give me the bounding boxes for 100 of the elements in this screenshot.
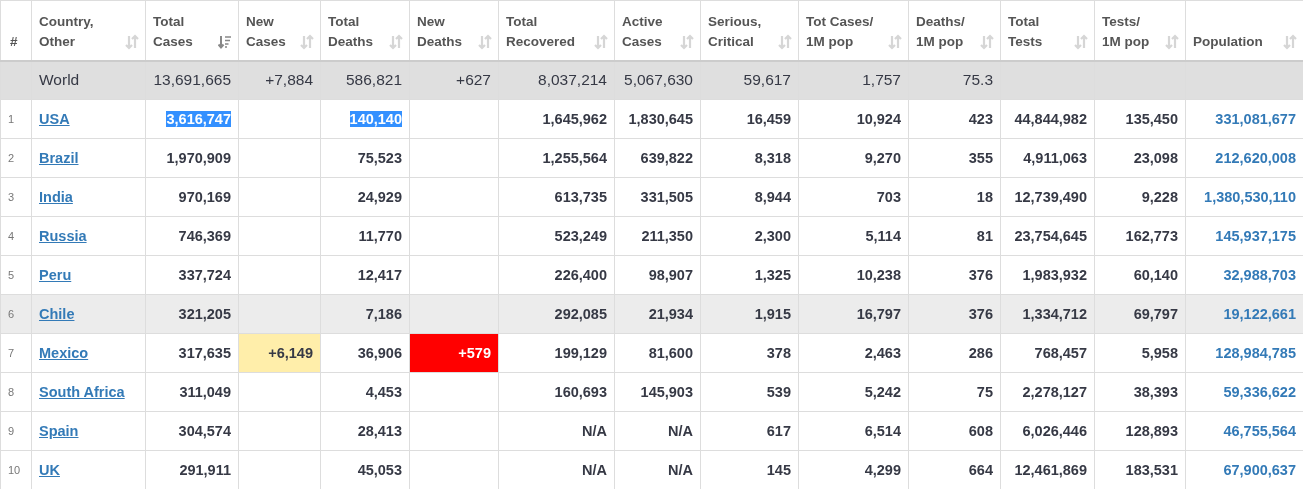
- sort-icon[interactable]: [300, 33, 314, 50]
- column-header[interactable]: Total Recovered: [498, 0, 615, 61]
- country-link[interactable]: UK: [39, 462, 60, 478]
- table-cell: 2,463: [798, 333, 909, 373]
- table-cell: 81: [908, 216, 1001, 256]
- table-cell: 376: [908, 294, 1001, 334]
- row-number: 1: [8, 113, 15, 125]
- header-label: Total Recovered: [506, 12, 576, 51]
- table-cell: 304,574: [145, 411, 239, 451]
- table-cell: 286: [908, 333, 1001, 373]
- column-header[interactable]: Tot Cases/ 1M pop: [798, 0, 909, 61]
- row-number: 2: [0, 138, 32, 178]
- header-label: Population: [1193, 32, 1263, 51]
- table-cell: 1,325: [700, 255, 799, 295]
- sort-icon[interactable]: [125, 33, 139, 50]
- table-cell: 608: [908, 411, 1001, 451]
- table-cell: 8,944: [700, 177, 799, 217]
- country-link[interactable]: Peru: [39, 267, 72, 283]
- table-cell: 44,844,982: [1014, 111, 1087, 127]
- table-cell: 5,242: [798, 372, 909, 412]
- sort-icon[interactable]: [389, 33, 403, 50]
- sort-icon[interactable]: [980, 33, 994, 50]
- sort-descending-icon[interactable]: [218, 33, 232, 50]
- table-cell: 13,691,665: [145, 60, 239, 100]
- table-cell: 8,037,214: [498, 60, 615, 100]
- table-cell: 69,797: [1094, 294, 1186, 334]
- header-label: Deaths/ 1M pop: [916, 12, 965, 51]
- table-cell: 75,523: [320, 138, 410, 178]
- table-cell: 135,450: [1125, 111, 1178, 127]
- sort-icon[interactable]: [594, 33, 608, 50]
- table-cell: 24,929: [320, 177, 410, 217]
- table-cell: 9,270: [798, 138, 909, 178]
- sort-icon[interactable]: [1283, 33, 1297, 50]
- table-cell: 613,735: [498, 177, 615, 217]
- country-link[interactable]: Mexico: [39, 345, 89, 361]
- table-cell: 226,400: [498, 255, 615, 295]
- table-cell: 355: [908, 138, 1001, 178]
- sort-icon[interactable]: [888, 33, 902, 50]
- column-header[interactable]: Serious, Critical: [700, 0, 799, 61]
- sort-icon[interactable]: [478, 33, 492, 50]
- header-label: Tot Cases/ 1M pop: [806, 12, 874, 51]
- table-cell: 292,085: [498, 294, 615, 334]
- table-cell: 199,129: [498, 333, 615, 373]
- column-header[interactable]: Deaths/ 1M pop: [908, 0, 1001, 61]
- table-cell: 160,693: [498, 372, 615, 412]
- table-cell: 4,453: [320, 372, 410, 412]
- country-link[interactable]: Russia: [39, 228, 87, 244]
- country-link[interactable]: Chile: [39, 306, 75, 322]
- country-link[interactable]: India: [39, 189, 73, 205]
- table-cell: 586,821: [320, 60, 410, 100]
- column-header[interactable]: New Cases: [238, 0, 321, 61]
- table-cell: 9,228: [1094, 177, 1186, 217]
- sort-icon[interactable]: [778, 33, 792, 50]
- table-cell: 376: [908, 255, 1001, 295]
- column-header[interactable]: Population: [1185, 0, 1303, 61]
- column-header[interactable]: New Deaths: [409, 0, 499, 61]
- column-header[interactable]: Total Cases: [145, 0, 239, 61]
- row-number: 3: [0, 177, 32, 217]
- table-cell: 21,934: [614, 294, 701, 334]
- table-cell: 331,505: [614, 177, 701, 217]
- country-link[interactable]: Spain: [39, 423, 79, 439]
- table-cell: 59,617: [700, 60, 799, 100]
- table-cell: 75: [908, 372, 1001, 412]
- table-cell: +6,149: [238, 333, 321, 373]
- row-number: 5: [0, 255, 32, 295]
- table-cell: 98,907: [614, 255, 701, 295]
- table-cell: 2,300: [700, 216, 799, 256]
- table-cell: 1,915: [700, 294, 799, 334]
- table-cell: 331,081,677: [1215, 111, 1296, 127]
- column-header[interactable]: Active Cases: [614, 0, 701, 61]
- column-header[interactable]: Total Tests: [1000, 0, 1095, 61]
- sort-icon[interactable]: [680, 33, 694, 50]
- table-cell: 1,830,645: [628, 111, 693, 127]
- country-link[interactable]: Brazil: [39, 150, 79, 166]
- column-header[interactable]: Country, Other: [31, 0, 146, 61]
- table-cell: 4,911,063: [1000, 138, 1095, 178]
- table-cell: 12,739,490: [1000, 177, 1095, 217]
- table-cell: 378: [700, 333, 799, 373]
- header-label: Total Deaths: [328, 12, 373, 51]
- header-label: Total Tests: [1008, 12, 1043, 51]
- row-number: 8: [0, 372, 32, 412]
- table-cell: 18: [908, 177, 1001, 217]
- table-cell: 211,350: [614, 216, 701, 256]
- table-cell: 36,906: [320, 333, 410, 373]
- row-number: 7: [0, 333, 32, 373]
- table-cell: 7,186: [320, 294, 410, 334]
- table-cell: 81,600: [614, 333, 701, 373]
- column-header[interactable]: Total Deaths: [320, 0, 410, 61]
- table-cell: 1,255,564: [498, 138, 615, 178]
- table-cell: 1,983,932: [1000, 255, 1095, 295]
- sort-icon[interactable]: [1074, 33, 1088, 50]
- row-number: 4: [0, 216, 32, 256]
- table-cell: 10,238: [798, 255, 909, 295]
- table-cell: 16,797: [798, 294, 909, 334]
- header-label: Total Cases: [153, 12, 193, 51]
- country-link[interactable]: USA: [39, 111, 70, 127]
- table-cell: N/A: [614, 411, 701, 451]
- sort-icon[interactable]: [1165, 33, 1179, 50]
- table-cell: 28,413: [320, 411, 410, 451]
- column-header[interactable]: Tests/ 1M pop: [1094, 0, 1186, 61]
